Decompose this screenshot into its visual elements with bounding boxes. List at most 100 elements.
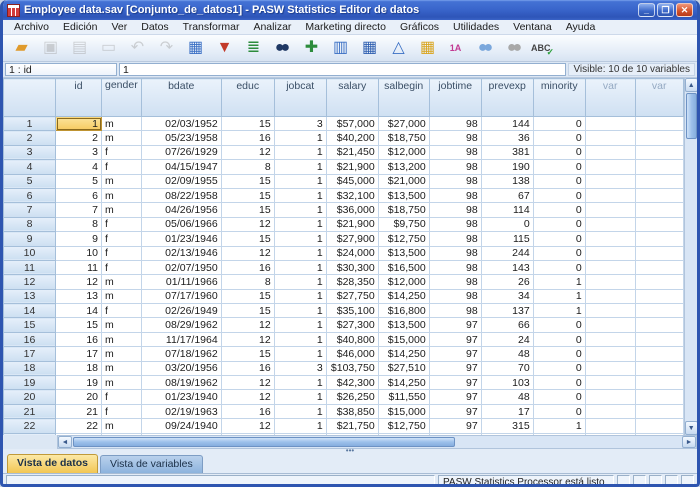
- grid-cell[interactable]: 98: [429, 217, 481, 231]
- col-header-salary[interactable]: salary: [326, 79, 378, 117]
- menu-ver[interactable]: Ver: [104, 20, 134, 34]
- col-header-jobcat[interactable]: jobcat: [274, 79, 326, 117]
- grid-cell[interactable]: f: [102, 260, 142, 274]
- grid-cell[interactable]: 01/11/1966: [141, 275, 221, 289]
- grid-cell[interactable]: 0: [533, 145, 585, 159]
- grid-cell[interactable]: 0: [533, 246, 585, 260]
- grid-cell[interactable]: $27,900: [326, 232, 378, 246]
- grid-cell[interactable]: 2: [56, 131, 102, 145]
- grid-cell[interactable]: 15: [56, 318, 102, 332]
- grid-cell[interactable]: $13,200: [378, 160, 429, 174]
- vertical-scroll-track[interactable]: [685, 140, 697, 421]
- grid-cell[interactable]: f: [102, 246, 142, 260]
- vertical-scroll-thumb[interactable]: [686, 93, 697, 139]
- grid-cell[interactable]: $35,100: [326, 304, 378, 318]
- row-header-5[interactable]: 5: [4, 174, 56, 188]
- grid-cell[interactable]: 11/17/1964: [141, 332, 221, 346]
- grid-cell[interactable]: 98: [429, 304, 481, 318]
- grid-cell[interactable]: $14,250: [378, 376, 429, 390]
- grid-cell[interactable]: 0: [533, 390, 585, 404]
- grid-cell[interactable]: 05/06/1966: [141, 217, 221, 231]
- col-header-educ[interactable]: educ: [221, 79, 274, 117]
- col-header-bdate[interactable]: bdate: [141, 79, 221, 117]
- grid-cell[interactable]: m: [102, 203, 142, 217]
- grid-cell[interactable]: $12,750: [378, 419, 429, 433]
- grid-cell[interactable]: [585, 174, 635, 188]
- grid-cell[interactable]: 02/13/1946: [141, 246, 221, 260]
- grid-cell[interactable]: $18,750: [378, 131, 429, 145]
- variables-button[interactable]: ≣: [239, 36, 266, 60]
- grid-cell[interactable]: 1: [533, 289, 585, 303]
- grid-cell[interactable]: $27,300: [326, 318, 378, 332]
- grid-cell[interactable]: $12,000: [378, 275, 429, 289]
- grid-cell[interactable]: 1: [274, 131, 326, 145]
- grid-cell[interactable]: m: [102, 347, 142, 361]
- grid-cell[interactable]: [635, 217, 683, 231]
- grid-cell[interactable]: 98: [429, 232, 481, 246]
- grid-cell[interactable]: 66: [481, 318, 533, 332]
- grid-cell[interactable]: 02/09/1955: [141, 174, 221, 188]
- grid-cell[interactable]: 15: [221, 174, 274, 188]
- grid-cell[interactable]: 16: [221, 404, 274, 418]
- row-header-7[interactable]: 7: [4, 203, 56, 217]
- grid-cell[interactable]: 12: [221, 419, 274, 433]
- grid-cell[interactable]: f: [102, 404, 142, 418]
- row-header-12[interactable]: 12: [4, 275, 56, 289]
- col-header-salbegin[interactable]: salbegin: [378, 79, 429, 117]
- grid-cell[interactable]: 1: [274, 332, 326, 346]
- scroll-right-icon[interactable]: ►: [682, 436, 696, 448]
- grid-cell[interactable]: m: [102, 289, 142, 303]
- grid-cell[interactable]: 98: [429, 174, 481, 188]
- grid-cell[interactable]: 98: [429, 145, 481, 159]
- grid-cell[interactable]: m: [102, 188, 142, 202]
- grid-cell[interactable]: [585, 404, 635, 418]
- grid-cell[interactable]: 09/24/1940: [141, 419, 221, 433]
- row-header-11[interactable]: 11: [4, 260, 56, 274]
- grid-cell[interactable]: $13,500: [378, 318, 429, 332]
- grid-cell[interactable]: [635, 347, 683, 361]
- menu-ayuda[interactable]: Ayuda: [559, 20, 603, 34]
- grid-cell[interactable]: 1: [274, 188, 326, 202]
- grid-cell[interactable]: 5: [56, 174, 102, 188]
- grid-cell[interactable]: f: [102, 217, 142, 231]
- selected-cell[interactable]: 1: [56, 117, 102, 131]
- row-header-10[interactable]: 10: [4, 246, 56, 260]
- grid-cell[interactable]: 98: [429, 246, 481, 260]
- col-header-jobtime[interactable]: jobtime: [429, 79, 481, 117]
- row-header-6[interactable]: 6: [4, 188, 56, 202]
- grid-cell[interactable]: [635, 304, 683, 318]
- grid-cell[interactable]: m: [102, 318, 142, 332]
- grid-cell[interactable]: 0: [533, 217, 585, 231]
- grid-cell[interactable]: 11: [56, 260, 102, 274]
- grid-cell[interactable]: 97: [429, 361, 481, 375]
- grid-cell[interactable]: [585, 260, 635, 274]
- grid-cell[interactable]: 1: [274, 318, 326, 332]
- grid-cell[interactable]: 1: [274, 203, 326, 217]
- grid-cell[interactable]: 9: [56, 232, 102, 246]
- grid-cell[interactable]: f: [102, 304, 142, 318]
- grid-cell[interactable]: m: [102, 117, 142, 131]
- col-header-var2[interactable]: var: [635, 79, 683, 117]
- grid-cell[interactable]: 1: [274, 174, 326, 188]
- grid-cell[interactable]: 02/07/1950: [141, 260, 221, 274]
- col-header-var1[interactable]: var: [585, 79, 635, 117]
- grid-cell[interactable]: $27,750: [326, 289, 378, 303]
- row-header-17[interactable]: 17: [4, 347, 56, 361]
- row-header-19[interactable]: 19: [4, 376, 56, 390]
- grid-cell[interactable]: 34: [481, 289, 533, 303]
- grid-cell[interactable]: $14,250: [378, 289, 429, 303]
- grid-cell[interactable]: 3: [274, 361, 326, 375]
- row-header-4[interactable]: 4: [4, 160, 56, 174]
- grid-cell[interactable]: 12: [221, 145, 274, 159]
- grid-cell[interactable]: $45,000: [326, 174, 378, 188]
- grid-cell[interactable]: $12,750: [378, 232, 429, 246]
- show-all-variables-button[interactable]: ●●: [500, 36, 527, 60]
- scroll-down-icon[interactable]: ▼: [685, 421, 697, 435]
- scroll-left-icon[interactable]: ◄: [58, 436, 72, 448]
- menu-marketing-directo[interactable]: Marketing directo: [298, 20, 393, 34]
- grid-cell[interactable]: $30,300: [326, 260, 378, 274]
- grid-cell[interactable]: 15: [221, 347, 274, 361]
- grid-cell[interactable]: 12: [221, 376, 274, 390]
- grid-cell[interactable]: 24: [481, 332, 533, 346]
- grid-cell[interactable]: f: [102, 390, 142, 404]
